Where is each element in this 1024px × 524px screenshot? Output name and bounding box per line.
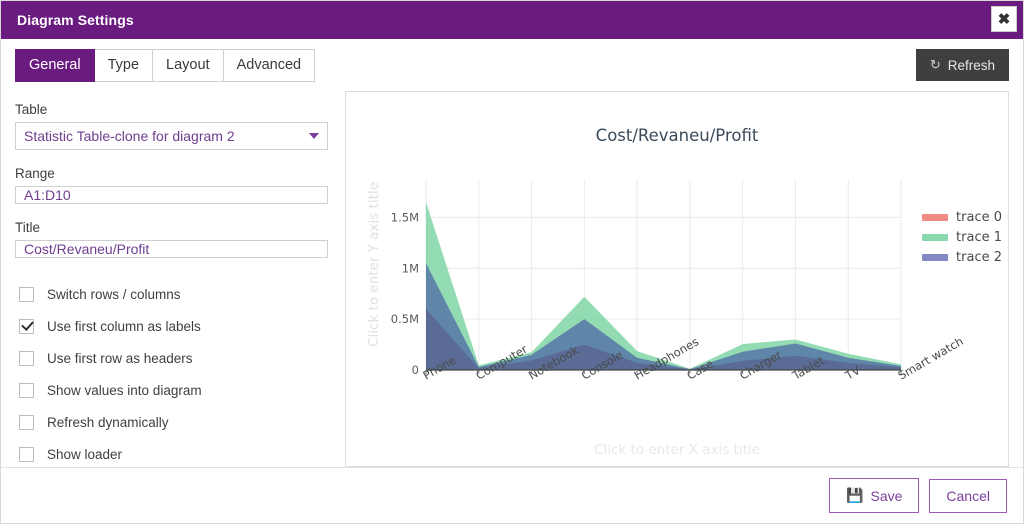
checkbox-use-first-column-as-labels[interactable]: Use first column as labels xyxy=(15,310,329,342)
checkbox-use-first-row-as-headers[interactable]: Use first row as headers xyxy=(15,342,329,374)
save-button-label: Save xyxy=(870,487,903,504)
close-icon[interactable]: ✖ xyxy=(991,6,1017,32)
range-input[interactable] xyxy=(15,186,328,204)
cancel-button-label: Cancel xyxy=(946,487,990,504)
checkbox-label: Show loader xyxy=(47,446,123,462)
checkbox-box[interactable] xyxy=(19,382,34,398)
dialog-title: Diagram Settings xyxy=(17,12,134,28)
dialog-footer: 💾 Save Cancel xyxy=(1,467,1023,523)
checkbox-box[interactable] xyxy=(19,414,34,430)
checkbox-label: Use first column as labels xyxy=(47,318,201,334)
options-checkbox-group: Switch rows / columns Use first column a… xyxy=(15,278,329,470)
checkbox-box[interactable] xyxy=(19,350,34,366)
save-button[interactable]: 💾 Save xyxy=(829,478,920,513)
checkbox-switch-rows-columns[interactable]: Switch rows / columns xyxy=(15,278,329,310)
legend-item-trace1[interactable]: trace 1 xyxy=(922,227,1002,247)
settings-panel: General Type Layout Advanced Table Stati… xyxy=(1,39,341,467)
tab-layout[interactable]: Layout xyxy=(152,49,224,82)
legend-label: trace 0 xyxy=(956,209,1002,225)
refresh-row: ↻ Refresh xyxy=(345,49,1009,81)
legend-swatch xyxy=(922,253,949,261)
tab-general-label: General xyxy=(29,57,81,73)
range-field-label: Range xyxy=(15,166,55,181)
checkbox-label: Refresh dynamically xyxy=(47,414,169,430)
table-select[interactable]: Statistic Table-clone for diagram 2 xyxy=(15,122,328,150)
title-field-label: Title xyxy=(15,220,41,235)
legend-swatch xyxy=(922,233,949,241)
refresh-button[interactable]: ↻ Refresh xyxy=(915,49,1009,81)
svg-text:Smart watch: Smart watch xyxy=(896,334,966,383)
save-floppy-icon: 💾 xyxy=(846,487,864,503)
checkbox-box[interactable] xyxy=(19,446,34,462)
chart-preview[interactable]: Cost/Revaneu/Profit Click to enter Y axi… xyxy=(345,91,1009,467)
svg-text:1.5M: 1.5M xyxy=(391,210,419,224)
tab-layout-label: Layout xyxy=(166,57,210,73)
refresh-icon: ↻ xyxy=(929,57,941,72)
tab-general[interactable]: General xyxy=(15,49,95,82)
diagram-settings-dialog: Diagram Settings ✖ General Type Layout A… xyxy=(0,0,1024,524)
tab-advanced-label: Advanced xyxy=(236,57,302,73)
close-icon-glyph: ✖ xyxy=(997,10,1011,28)
tab-bar: General Type Layout Advanced xyxy=(15,49,329,82)
checkbox-label: Use first row as headers xyxy=(47,350,193,366)
tab-type[interactable]: Type xyxy=(93,49,154,82)
legend-swatch xyxy=(922,213,949,221)
preview-panel: ↻ Refresh Cost/Revaneu/Profit Click to e… xyxy=(341,39,1023,467)
legend-label: trace 2 xyxy=(956,249,1002,265)
checkbox-show-values-into-diagram[interactable]: Show values into diagram xyxy=(15,374,329,406)
svg-text:1M: 1M xyxy=(402,261,419,275)
title-input[interactable] xyxy=(15,240,328,258)
legend-label: trace 1 xyxy=(956,229,1002,245)
svg-text:0: 0 xyxy=(412,363,419,377)
chevron-down-icon[interactable] xyxy=(309,133,319,139)
checkbox-label: Show values into diagram xyxy=(47,382,202,398)
tab-type-label: Type xyxy=(107,57,140,73)
table-select-wrap: Statistic Table-clone for diagram 2 xyxy=(15,122,329,150)
checkbox-box[interactable] xyxy=(19,286,34,302)
chart-plot-svg: 00.5M1M1.5MPhone ComputerNotebookConsole H… xyxy=(391,180,966,383)
cancel-button[interactable]: Cancel xyxy=(929,478,1007,513)
refresh-button-label: Refresh xyxy=(947,57,995,73)
chart-legend: trace 0 trace 1 trace 2 xyxy=(922,207,1002,267)
legend-item-trace2[interactable]: trace 2 xyxy=(922,247,1002,267)
checkbox-refresh-dynamically[interactable]: Refresh dynamically xyxy=(15,406,329,438)
dialog-titlebar: Diagram Settings ✖ xyxy=(1,1,1023,39)
checkbox-show-loader[interactable]: Show loader xyxy=(15,438,329,470)
legend-item-trace0[interactable]: trace 0 xyxy=(922,207,1002,227)
table-field-label: Table xyxy=(15,102,48,117)
table-select-value: Statistic Table-clone for diagram 2 xyxy=(24,128,235,144)
checkbox-box[interactable] xyxy=(19,318,34,334)
tab-advanced[interactable]: Advanced xyxy=(222,49,316,82)
checkbox-label: Switch rows / columns xyxy=(47,286,181,302)
dialog-body: General Type Layout Advanced Table Stati… xyxy=(1,39,1023,467)
svg-text:0.5M: 0.5M xyxy=(391,312,419,326)
